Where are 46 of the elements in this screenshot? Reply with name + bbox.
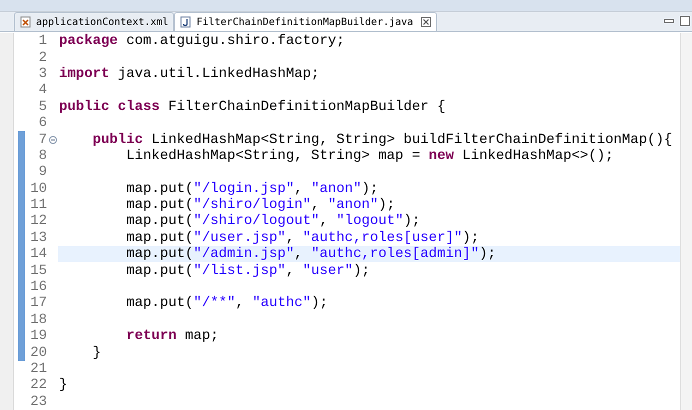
code-line: map.put("/**", "authc"); [125,295,329,312]
line-number: 20 [29,344,47,361]
code-line: return map; [125,328,220,344]
line-number: 15 [29,262,47,279]
code-line: public class FilterChainDefinitionMapBuilder { [58,98,446,115]
line-number: 2 [38,50,47,66]
java-file-icon [180,16,192,28]
code-line: map.put("/shiro/logout", "logout"); [125,213,422,230]
editor-tab[interactable]: FilterChainDefinitionMapBuilder.java [174,12,438,31]
line-number: 22 [29,377,47,394]
line-number: 23 [29,394,47,410]
minimize-icon[interactable] [664,17,674,25]
line-number: 12 [29,213,47,230]
line-number: 5 [38,98,47,115]
close-icon[interactable] [421,17,432,27]
code-line: public LinkedHashMap<String, String> buildFilterChainDefinitionMap(){ [92,131,674,148]
line-number: 3 [38,66,47,82]
editor-tab[interactable]: applicationContext.xml [14,12,174,31]
line-number: 17 [29,295,47,312]
code-line: import java.util.LinkedHashMap; [58,66,320,82]
code-line: } [58,377,68,394]
line-number: 18 [29,312,47,328]
line-number: 9 [38,164,47,180]
code-line: map.put("/login.jsp", "anon"); [125,180,380,197]
code-line: map.put("/shiro/login", "anon"); [125,196,396,214]
line-number: 1 [38,33,47,50]
line-number: 13 [29,230,47,246]
fold-icon[interactable] [48,136,56,144]
scrollbar[interactable] [680,33,692,410]
code-line: map.put("/list.jsp", "user"); [125,262,371,279]
line-number: 7 [38,132,47,148]
line-number: 16 [29,279,47,296]
code-line: map.put("/user.jsp", "authc,roles[user]"); [125,230,480,246]
line-number: 6 [38,115,47,132]
code-line: } [92,344,102,361]
line-number: 14 [29,246,47,262]
line-number: 10 [29,180,47,197]
line-number: 8 [38,148,47,164]
code-line: package com.atguigu.shiro.factory; [58,33,346,50]
line-number: 19 [29,328,47,344]
line-number: 21 [29,361,47,377]
xml-file-icon [20,16,32,28]
maximize-icon[interactable] [680,16,690,26]
line-number: 11 [29,197,47,214]
line-number: 4 [38,82,47,98]
code-line: LinkedHashMap<String, String> map = new LinkedHashMap<>(); [125,148,615,164]
